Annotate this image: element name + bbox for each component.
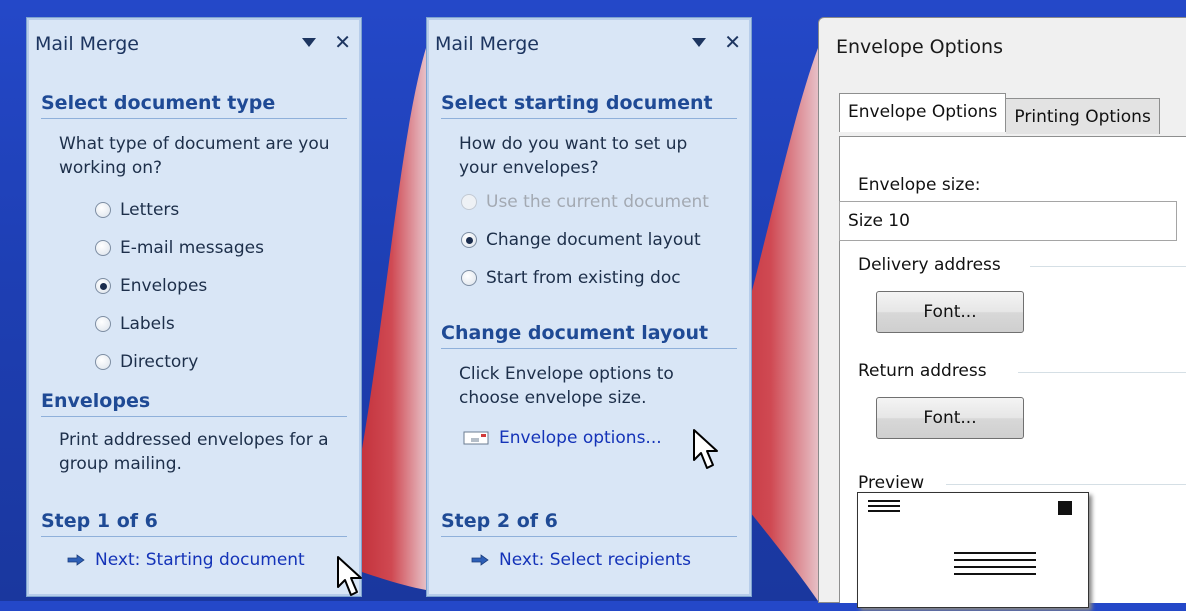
mail-merge-pane-step1: Mail Merge ✕ Select document type What t… (26, 17, 362, 597)
section-heading-select-document-type: Select document type (41, 92, 347, 119)
tab-printing-options[interactable]: Printing Options (1006, 98, 1160, 134)
radio-label: Labels (120, 314, 175, 334)
radio-envelopes[interactable]: Envelopes (95, 276, 207, 296)
pane-titlebar: Mail Merge ✕ (27, 18, 361, 70)
return-group-divider (1018, 372, 1186, 373)
layout-instructions: Click Envelope options to choose envelop… (459, 364, 674, 408)
envelope-options-label[interactable]: Envelope options... (499, 428, 662, 448)
radio-button-selected-icon[interactable] (95, 278, 111, 294)
radio-use-current-document[interactable]: Use the current document (461, 192, 709, 212)
section-heading-envelopes: Envelopes (41, 390, 347, 417)
envelope-size-label: Envelope size: (858, 175, 981, 195)
return-address-label: Return address (858, 361, 987, 381)
envelope-preview (857, 492, 1089, 608)
radio-button-icon[interactable] (95, 240, 111, 256)
radio-button-icon[interactable] (95, 316, 111, 332)
radio-button-icon[interactable] (95, 202, 111, 218)
next-starting-document-link[interactable]: Next: Starting document (67, 550, 305, 570)
pane-title: Mail Merge (35, 33, 139, 55)
radio-label: Directory (120, 352, 199, 372)
radio-label: E-mail messages (120, 238, 264, 258)
radio-label: Letters (120, 200, 180, 220)
radio-email-messages[interactable]: E-mail messages (95, 238, 264, 258)
question-text: How do you want to set up your envelopes… (459, 134, 688, 178)
question-text: What type of document are you working on… (59, 134, 330, 178)
radio-button-selected-icon[interactable] (461, 232, 477, 248)
envelope-icon (463, 431, 489, 445)
delivery-font-button[interactable]: Font... (876, 291, 1024, 333)
next-arrow-icon (67, 554, 85, 566)
radio-label: Change document layout (486, 230, 701, 250)
section-heading-select-starting-document: Select starting document (441, 92, 737, 119)
preview-group-divider (946, 484, 1186, 485)
radio-label: Start from existing doc (486, 268, 681, 288)
next-link-label[interactable]: Next: Select recipients (499, 550, 691, 570)
radio-button-icon[interactable] (95, 354, 111, 370)
radio-labels[interactable]: Labels (95, 314, 175, 334)
step-indicator: Step 2 of 6 (441, 510, 737, 537)
next-arrow-icon (471, 554, 489, 566)
envelope-size-select[interactable]: Size 10 (839, 201, 1177, 241)
next-select-recipients-link[interactable]: Next: Select recipients (471, 550, 691, 570)
radio-letters[interactable]: Letters (95, 200, 179, 220)
envelope-options-dialog: Envelope Options Envelope Options Printi… (818, 17, 1186, 608)
delivery-group-divider (1030, 266, 1186, 267)
mouse-pointer-icon (337, 556, 362, 596)
mail-merge-pane-step2: Mail Merge ✕ Select starting document Ho… (426, 17, 752, 597)
return-font-button[interactable]: Font... (876, 397, 1024, 439)
mouse-pointer-icon (693, 429, 718, 469)
dialog-tabs: Envelope Options Printing Options (839, 93, 1160, 134)
dialog-title: Envelope Options (836, 36, 1003, 58)
preview-label: Preview (858, 473, 925, 493)
radio-directory[interactable]: Directory (95, 352, 198, 372)
radio-start-from-existing-doc[interactable]: Start from existing doc (461, 268, 681, 288)
envelope-preview-drawing (868, 500, 1072, 575)
section-heading-change-document-layout: Change document layout (441, 322, 737, 349)
radio-label: Envelopes (120, 276, 208, 296)
pane-close-icon[interactable]: ✕ (724, 32, 741, 52)
radio-change-document-layout[interactable]: Change document layout (461, 230, 701, 250)
delivery-address-label: Delivery address (858, 255, 1001, 275)
radio-label: Use the current document (486, 192, 709, 212)
pane-titlebar: Mail Merge ✕ (427, 18, 751, 70)
pane-close-icon[interactable]: ✕ (334, 32, 351, 52)
envelope-options-link[interactable]: Envelope options... (463, 428, 662, 448)
pane-menu-dropdown-icon[interactable] (302, 37, 317, 47)
radio-button-disabled-icon (461, 194, 477, 210)
info-text: Print addressed envelopes for a group ma… (59, 430, 329, 474)
tab-envelope-options[interactable]: Envelope Options (839, 93, 1007, 132)
pane-menu-dropdown-icon[interactable] (692, 37, 707, 47)
radio-button-icon[interactable] (461, 270, 477, 286)
pane-title: Mail Merge (435, 33, 539, 55)
step-indicator: Step 1 of 6 (41, 510, 347, 537)
next-link-label[interactable]: Next: Starting document (95, 550, 305, 570)
